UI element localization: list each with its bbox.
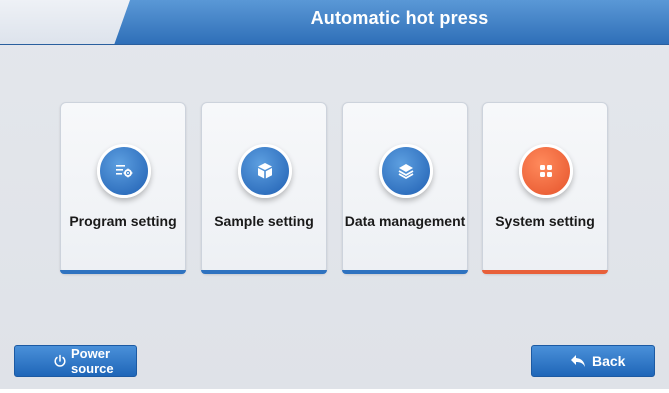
system-setting-card[interactable]: System setting xyxy=(482,102,608,274)
program-setting-card[interactable]: Program setting xyxy=(60,102,186,274)
back-label: Back xyxy=(592,353,626,369)
cube-icon xyxy=(238,144,292,198)
sample-setting-label: Sample setting xyxy=(214,213,314,229)
main-screen: Automatic hot press Program setting Samp… xyxy=(0,0,669,393)
layers-icon xyxy=(379,144,433,198)
grid-icon xyxy=(519,144,573,198)
sample-setting-card[interactable]: Sample setting xyxy=(201,102,327,274)
program-setting-label: Program setting xyxy=(69,213,177,229)
back-button[interactable]: Back xyxy=(531,345,655,377)
title-bar: Automatic hot press xyxy=(0,0,669,45)
power-source-button[interactable]: Power source xyxy=(14,345,137,377)
data-management-card[interactable]: Data management xyxy=(342,102,468,274)
power-source-label: Power source xyxy=(71,346,131,376)
system-setting-label: System setting xyxy=(495,213,595,229)
back-arrow-icon xyxy=(571,355,585,367)
power-label-line2: source xyxy=(71,361,114,376)
bottom-strip xyxy=(0,389,669,393)
list-gear-icon xyxy=(97,144,151,198)
power-icon xyxy=(54,354,66,367)
data-management-label: Data management xyxy=(344,213,466,229)
page-title: Automatic hot press xyxy=(310,8,489,28)
title-bar-left-panel xyxy=(0,0,130,44)
power-label-line1: Power xyxy=(71,346,111,361)
